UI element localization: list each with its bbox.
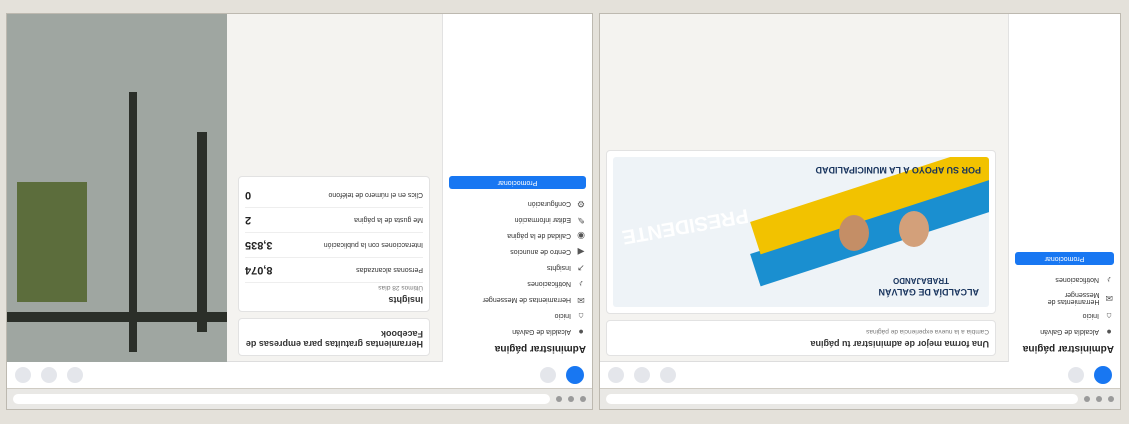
sidebar-item-notifications[interactable]: ♪ Notificaciones — [1015, 275, 1114, 285]
bell-icon[interactable] — [608, 367, 624, 383]
sidebar: Administrar página ● Alcaldía de Galván ⌂… — [1008, 14, 1120, 362]
menu-icon[interactable] — [67, 367, 83, 383]
home-icon: ⌂ — [578, 311, 584, 321]
back-icon[interactable] — [580, 396, 586, 402]
rotated-photo-of-two-screens: Administrar página ● Alcaldía de Galván ⌂… — [0, 0, 1129, 424]
promote-button[interactable]: Promocionar — [1015, 252, 1114, 265]
messenger-icon: ✉ — [1105, 293, 1113, 303]
tools-title: Herramientas gratuitas para empresas de … — [245, 329, 423, 349]
card-title: Una forma mejor de administrar tu página — [810, 339, 989, 349]
bell-icon[interactable] — [15, 367, 31, 383]
main-feed: Herramientas gratuitas para empresas de … — [232, 14, 436, 362]
poster-heading: ALCALDÍA DE GALVÁN — [878, 287, 980, 297]
insights-range[interactable]: Últimos 28 días — [245, 283, 423, 291]
sidebar-item-home[interactable]: ⌂ Inicio — [449, 311, 586, 321]
avatar: ● — [578, 327, 584, 337]
chart-icon: ↗ — [577, 263, 585, 273]
avatar: ● — [1106, 327, 1112, 337]
home-icon: ⌂ — [1106, 311, 1112, 321]
shield-icon: ◉ — [577, 231, 585, 241]
search-icon[interactable] — [540, 367, 556, 383]
messenger-icon: ✉ — [577, 295, 585, 305]
gear-icon: ⚙ — [576, 199, 586, 209]
facebook-logo-icon[interactable] — [1094, 366, 1112, 384]
sidebar-item-insights[interactable]: ↗ Insights — [449, 263, 586, 273]
sidebar-item-notifications[interactable]: ♪ Notificaciones — [449, 279, 586, 289]
sidebar-item-messenger[interactable]: ✉ Herramientas de Messenger — [449, 295, 586, 305]
reload-icon[interactable] — [556, 396, 562, 402]
card-note: Cambia a la nueva experiencia de páginas — [866, 328, 989, 335]
post-image: ALCALDÍA DE GALVÁN TRABAJANDO PRESIDENTE… — [613, 157, 989, 307]
pencil-icon: ✎ — [577, 215, 585, 225]
person-photo — [839, 215, 869, 251]
main-feed: Una forma mejor de administrar tu página… — [600, 14, 1002, 362]
post-photo — [7, 14, 227, 362]
sidebar-item-page[interactable]: ● Alcaldía de Galván — [1015, 327, 1114, 337]
facebook-logo-icon[interactable] — [566, 366, 584, 384]
screen-left: Administrar página ● Alcaldía de Galván ⌂… — [599, 13, 1121, 410]
insight-row: Me gusta de la página 2 — [245, 208, 423, 233]
insights-card: Insights Últimos 28 días Personas alcanz… — [238, 176, 430, 312]
sidebar-item-messenger[interactable]: ✉ Herramientas de Messenger — [1015, 291, 1114, 305]
insight-row: Clics en el número de teléfono 0 — [245, 183, 423, 208]
messenger-icon[interactable] — [634, 367, 650, 383]
post-card: ALCALDÍA DE GALVÁN TRABAJANDO PRESIDENTE… — [606, 150, 996, 314]
browser-toolbar — [7, 388, 592, 409]
reload-icon[interactable] — [1084, 396, 1090, 402]
sidebar-item-settings[interactable]: ⚙ Configuración — [449, 199, 586, 209]
menu-icon[interactable] — [660, 367, 676, 383]
new-pages-card: Una forma mejor de administrar tu página… — [606, 320, 996, 356]
insight-row: Interacciones con la publicación 3,835 — [245, 233, 423, 258]
promote-button[interactable]: Promocionar — [449, 176, 586, 189]
business-tools-card: Herramientas gratuitas para empresas de … — [238, 318, 430, 356]
sidebar: Administrar página ● Alcaldía de Galván ⌂… — [442, 14, 592, 362]
forward-icon[interactable] — [568, 396, 574, 402]
person-photo — [899, 211, 929, 247]
sidebar-item-ads[interactable]: ◀ Centro de anuncios — [449, 247, 586, 257]
browser-toolbar — [600, 388, 1120, 409]
poster-subheading: TRABAJANDO — [893, 276, 949, 285]
forward-icon[interactable] — [1096, 396, 1102, 402]
bell-icon: ♪ — [1106, 275, 1112, 285]
address-bar[interactable] — [606, 394, 1078, 404]
sidebar-item-home[interactable]: ⌂ Inicio — [1015, 311, 1114, 321]
poster-footer: POR SU APOYO A LA MUNICIPALIDAD — [815, 165, 981, 175]
sidebar-item-page[interactable]: ● Alcaldía de Galván — [449, 327, 586, 337]
insights-title: Insights — [388, 295, 423, 305]
sidebar-item-edit[interactable]: ✎ Editar información — [449, 215, 586, 225]
insight-row: Personas alcanzadas 8,074 — [245, 258, 423, 283]
address-bar[interactable] — [13, 394, 550, 404]
search-icon[interactable] — [1068, 367, 1084, 383]
sidebar-title: Administrar página — [494, 343, 586, 354]
sidebar-title: Administrar página — [1022, 343, 1114, 354]
facebook-topbar — [7, 361, 592, 388]
screen-right: Administrar página ● Alcaldía de Galván ⌂… — [6, 13, 593, 410]
sidebar-item-quality[interactable]: ◉ Calidad de la página — [449, 231, 586, 241]
facebook-topbar — [600, 361, 1120, 388]
bell-icon: ♪ — [578, 279, 584, 289]
messenger-icon[interactable] — [41, 367, 57, 383]
megaphone-icon: ◀ — [577, 247, 585, 257]
poster-word: PRESIDENTE — [620, 204, 750, 248]
back-icon[interactable] — [1108, 396, 1114, 402]
